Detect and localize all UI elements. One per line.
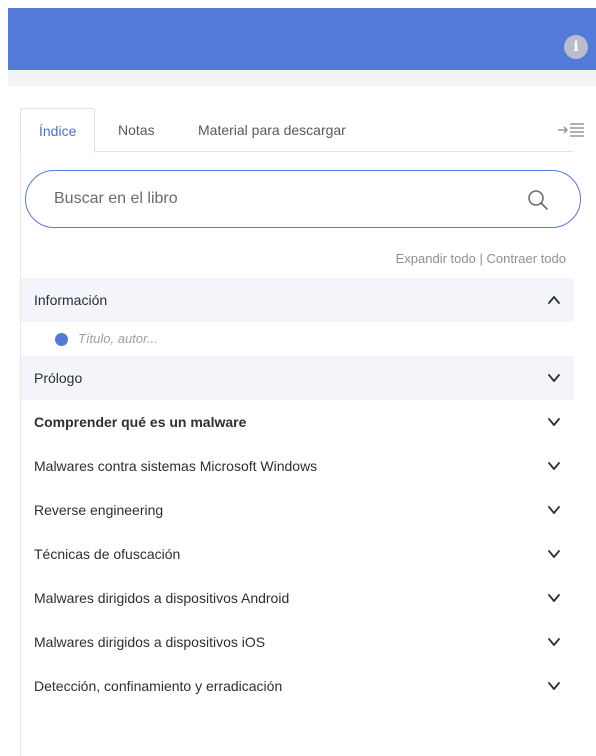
- expand-collapse-controls: Expandir todo | Contraer todo: [396, 251, 566, 266]
- toc-item-deteccion[interactable]: Detección, confinamiento y erradicación: [21, 664, 574, 708]
- toc-item-comprender-malware[interactable]: Comprender qué es un malware: [21, 400, 574, 444]
- toc-item-label: Información: [34, 292, 108, 308]
- toc-item-tecnicas-ofuscacion[interactable]: Técnicas de ofuscación: [21, 532, 574, 576]
- toc-item-label: Malwares contra sistemas Microsoft Windo…: [34, 458, 318, 474]
- toc-item-malwares-android[interactable]: Malwares dirigidos a dispositivos Androi…: [21, 576, 574, 620]
- tab-bar: Índice Notas Material para descargar: [20, 108, 584, 153]
- toc-item-malwares-ios[interactable]: Malwares dirigidos a dispositivos iOS: [21, 620, 574, 664]
- toc-list: Información Título, autor... Prólogo Com…: [21, 278, 574, 708]
- chevron-down-icon[interactable]: [546, 502, 562, 518]
- expand-all-link[interactable]: Expandir todo: [396, 251, 476, 266]
- toc-item-label: Reverse engineering: [34, 502, 164, 518]
- chevron-down-icon[interactable]: [546, 458, 562, 474]
- chevron-down-icon[interactable]: [546, 634, 562, 650]
- toc-item-reverse-engineering[interactable]: Reverse engineering: [21, 488, 574, 532]
- search-icon[interactable]: [526, 188, 550, 212]
- toc-item-label: Prólogo: [34, 370, 83, 386]
- toc-panel: Índice Notas Material para descargar Exp…: [20, 108, 596, 756]
- info-icon[interactable]: i: [564, 35, 588, 59]
- toc-item-label: Malwares dirigidos a dispositivos iOS: [34, 634, 266, 650]
- toc-item-label: Comprender qué es un malware: [34, 414, 247, 430]
- chevron-down-icon[interactable]: [546, 546, 562, 562]
- toc-item-malwares-windows[interactable]: Malwares contra sistemas Microsoft Windo…: [21, 444, 574, 488]
- chevron-up-icon[interactable]: [546, 292, 562, 308]
- tab-indice[interactable]: Índice: [20, 108, 96, 153]
- toc-item-informacion[interactable]: Información: [21, 278, 574, 322]
- toc-item-label: Malwares dirigidos a dispositivos Androi…: [34, 590, 290, 606]
- bullet-dot-icon: [55, 333, 68, 346]
- sub-header-strip: [8, 70, 596, 86]
- chevron-down-icon[interactable]: [546, 414, 562, 430]
- tab-material-para-descargar[interactable]: Material para descargar: [198, 108, 346, 152]
- toc-item-label: Técnicas de ofuscación: [34, 546, 181, 562]
- chevron-down-icon[interactable]: [546, 678, 562, 694]
- chevron-down-icon[interactable]: [546, 590, 562, 606]
- top-header-bar: i: [8, 8, 596, 70]
- toc-item-label: Detección, confinamiento y erradicación: [34, 678, 283, 694]
- toc-subitem-titulo-autor[interactable]: Título, autor...: [21, 322, 574, 356]
- collapse-panel-icon[interactable]: [557, 120, 585, 140]
- chevron-down-icon[interactable]: [546, 370, 562, 386]
- tab-notas[interactable]: Notas: [118, 108, 155, 152]
- collapse-all-link[interactable]: Contraer todo: [487, 251, 567, 266]
- search-box: [25, 170, 581, 228]
- search-input[interactable]: [52, 171, 512, 227]
- toc-item-prologo[interactable]: Prólogo: [21, 356, 574, 400]
- toc-subitem-label: Título, autor...: [78, 331, 158, 346]
- expand-collapse-separator: |: [479, 251, 483, 266]
